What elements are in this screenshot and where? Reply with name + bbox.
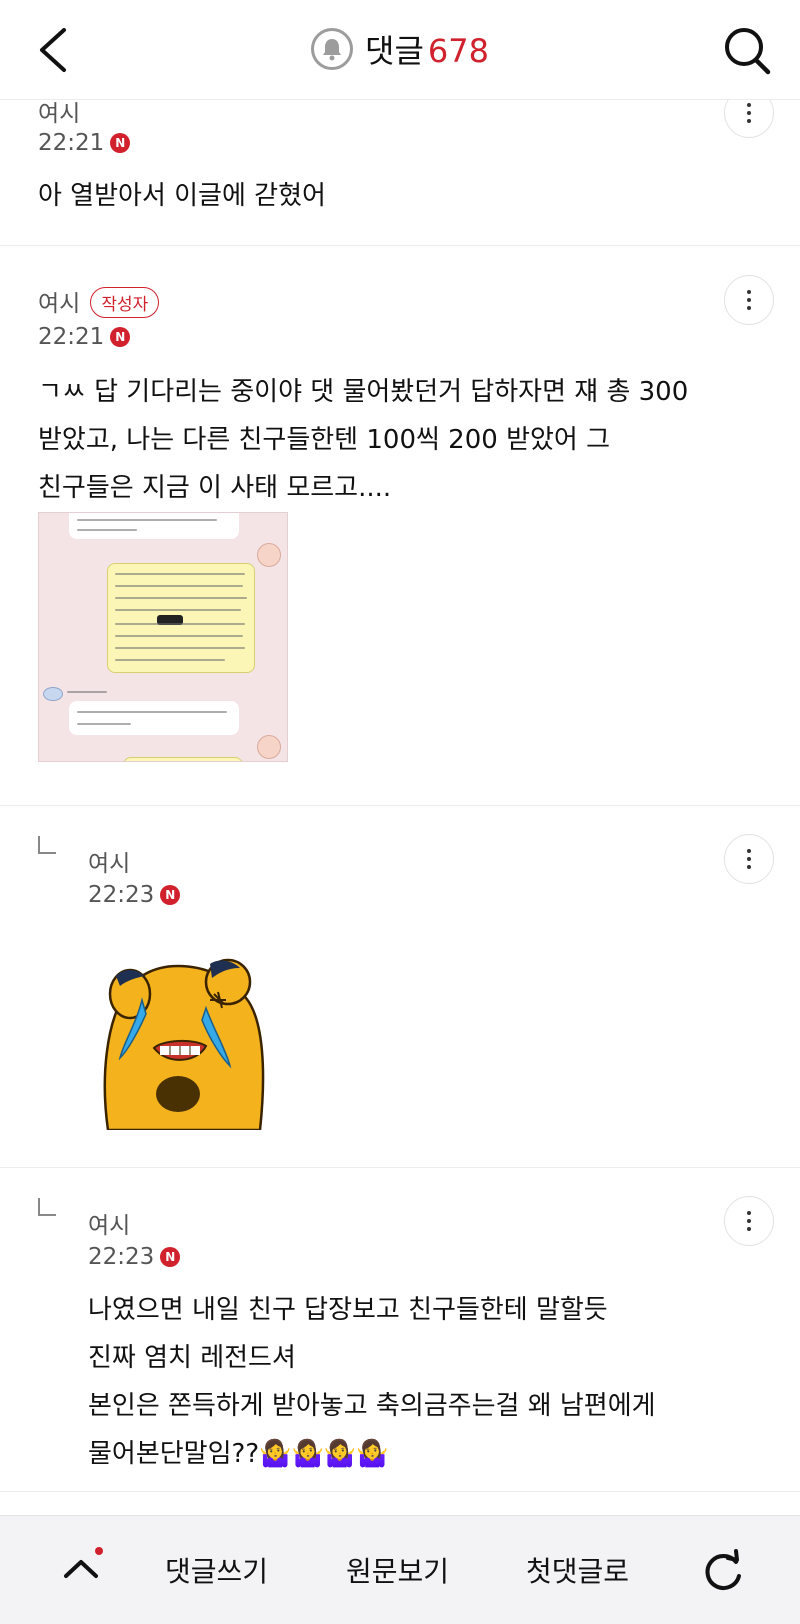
comment-author: 여시	[88, 1213, 131, 1239]
comment-time: 22:23 N	[88, 882, 181, 908]
comment-time: 22:21 N	[38, 130, 131, 156]
top-bar: 댓글 678	[0, 0, 800, 100]
header-title-group: 댓글 678	[0, 26, 800, 74]
comment-text: 아 열받아서 이글에 갇혔어	[38, 181, 326, 211]
comment-more-button[interactable]	[724, 834, 774, 884]
comment-time: 22:23 N	[88, 1244, 181, 1270]
comment-text: 나였으면 내일 친구 답장보고 친구들한테 말할듯 진짜 염치 레전드셔 본인은…	[88, 1295, 656, 1469]
comment-author-row: 여시 작성자	[38, 284, 160, 320]
bell-icon[interactable]	[311, 28, 354, 70]
more-vertical-icon	[747, 1211, 751, 1231]
reply-indent-icon	[38, 1198, 56, 1216]
comment-author: 여시	[88, 851, 131, 877]
comment-time-text: 22:21	[38, 324, 105, 350]
notification-dot	[95, 1547, 103, 1555]
write-comment-button[interactable]: 댓글쓰기	[165, 1550, 268, 1590]
refresh-button[interactable]	[698, 1546, 748, 1596]
chat-screenshot-image[interactable]	[38, 512, 288, 762]
more-vertical-icon	[747, 290, 751, 310]
comment-more-button[interactable]	[724, 275, 774, 325]
more-vertical-icon	[747, 849, 751, 869]
search-icon	[725, 28, 771, 75]
author-badge: 작성자	[90, 287, 160, 318]
reply-indent-icon	[38, 836, 56, 854]
new-badge: N	[160, 1247, 181, 1267]
comment-time: 22:21 N	[38, 324, 131, 350]
comment-time-text: 22:23	[88, 882, 155, 908]
comment-count: 678	[427, 32, 489, 70]
bottom-action-bar: 댓글쓰기 원문보기 첫댓글로	[0, 1515, 800, 1624]
reply-item: 여시 22:23 N	[0, 806, 800, 1168]
reply-item: 여시 22:23 N 나였으면 내일 친구 답장보고 친구들한테 말할듯 진짜 …	[0, 1168, 800, 1492]
search-button[interactable]	[718, 20, 778, 80]
refresh-icon	[705, 1549, 741, 1590]
comment-author: 여시	[38, 291, 81, 317]
new-badge: N	[160, 885, 181, 905]
comment-text: ㄱㅆ 답 기다리는 중이야 댓 물어봤던거 답하자면 쟤 총 300 받았고, …	[38, 377, 689, 503]
view-original-button[interactable]: 원문보기	[346, 1550, 449, 1590]
comment-more-button[interactable]	[724, 1196, 774, 1246]
page-title: 댓글	[365, 32, 424, 70]
new-badge: N	[110, 327, 131, 347]
comment-item: 여시 22:21 N 아 열받아서 이글에 갇혔어	[0, 88, 800, 246]
new-badge: N	[110, 133, 131, 153]
crying-character-sticker[interactable]	[98, 954, 268, 1130]
comment-time-text: 22:21	[38, 130, 105, 156]
first-comment-button[interactable]: 첫댓글로	[526, 1550, 629, 1590]
comment-time-text: 22:23	[88, 1244, 155, 1270]
more-vertical-icon	[747, 103, 751, 123]
